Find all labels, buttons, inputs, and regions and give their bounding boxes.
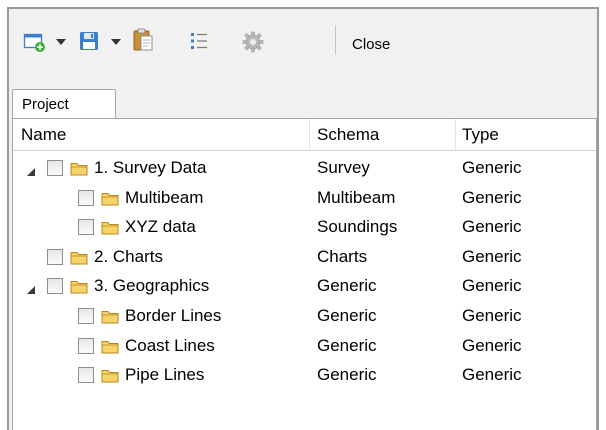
row-name: Multibeam — [125, 187, 204, 207]
folder-icon — [101, 339, 119, 354]
toolbar-separator — [335, 25, 336, 55]
tree-row[interactable]: Coast Lines Generic Generic — [13, 332, 596, 362]
save-icon — [80, 32, 98, 50]
row-type: Generic — [462, 158, 522, 177]
row-name: Pipe Lines — [125, 365, 205, 385]
row-checkbox[interactable] — [47, 160, 63, 176]
row-name: 2. Charts — [94, 246, 163, 266]
settings-button[interactable] — [241, 30, 265, 54]
row-name: XYZ data — [125, 217, 196, 237]
row-type: Generic — [462, 276, 522, 296]
new-button[interactable] — [23, 31, 47, 53]
tree-row[interactable]: Multibeam Multibeam Generic — [13, 184, 596, 214]
expand-arrow-icon[interactable] — [25, 281, 37, 295]
tree-row[interactable]: 3. Geographics Generic Generic — [13, 272, 596, 302]
row-type: Generic — [462, 246, 522, 266]
row-checkbox[interactable] — [78, 367, 94, 384]
row-schema: Generic — [317, 365, 377, 385]
project-window: Close Project Name Schema Type 1. Survey… — [7, 7, 599, 430]
toolbar: Close — [9, 9, 597, 75]
row-checkbox[interactable] — [78, 337, 94, 354]
folder-icon — [101, 191, 119, 206]
row-checkbox[interactable] — [47, 278, 63, 295]
row-checkbox[interactable] — [47, 248, 63, 265]
list-icon — [191, 33, 207, 49]
project-tree: Name Schema Type 1. Survey Data Survey Gen… — [12, 118, 597, 430]
tab-project[interactable]: Project — [12, 89, 116, 119]
new-dropdown[interactable] — [55, 38, 67, 46]
settings-icon — [242, 31, 264, 53]
folder-icon — [70, 161, 88, 176]
column-divider[interactable] — [309, 119, 310, 150]
row-schema: Generic — [317, 306, 377, 325]
row-schema: Survey — [317, 158, 370, 177]
column-header-type[interactable]: Type — [462, 125, 499, 149]
row-type: Generic — [462, 365, 522, 385]
row-checkbox[interactable] — [78, 189, 94, 206]
row-name: Coast Lines — [125, 335, 215, 355]
row-schema: Generic — [317, 276, 377, 296]
close-button[interactable]: Close — [352, 36, 390, 53]
row-checkbox[interactable] — [78, 308, 94, 324]
row-schema: Generic — [317, 335, 377, 355]
folder-icon — [70, 250, 88, 265]
expand-arrow-icon[interactable] — [25, 163, 37, 176]
row-schema: Multibeam — [317, 187, 396, 207]
row-type: Generic — [462, 217, 522, 237]
tree-row[interactable]: 1. Survey Data Survey Generic — [13, 154, 596, 184]
save-button[interactable] — [78, 30, 100, 52]
list-button[interactable] — [188, 30, 210, 52]
row-name: 3. Geographics — [94, 276, 210, 296]
paste-icon — [133, 28, 153, 51]
column-header-name[interactable]: Name — [21, 125, 66, 149]
tree-row[interactable]: Border Lines Generic Generic — [13, 302, 596, 332]
row-name: 1. Survey Data — [94, 158, 207, 177]
row-type: Generic — [462, 306, 522, 325]
tree-row[interactable]: 2. Charts Charts Generic — [13, 243, 596, 273]
row-schema: Soundings — [317, 217, 398, 237]
folder-icon — [101, 220, 119, 235]
tree-row[interactable]: XYZ data Soundings Generic — [13, 213, 596, 243]
folder-icon — [101, 368, 119, 383]
paste-button[interactable] — [132, 27, 154, 53]
table-header: Name Schema Type — [13, 119, 596, 151]
row-type: Generic — [462, 187, 522, 207]
folder-icon — [101, 309, 119, 324]
chevron-down-icon — [56, 39, 66, 45]
new-icon — [23, 33, 45, 52]
row-name: Border Lines — [125, 306, 222, 325]
chevron-down-icon — [111, 39, 121, 45]
column-header-schema[interactable]: Schema — [317, 125, 379, 149]
save-dropdown[interactable] — [110, 38, 122, 46]
tree-row[interactable]: Pipe Lines Generic Generic — [13, 361, 596, 391]
folder-icon — [70, 279, 88, 294]
row-checkbox[interactable] — [78, 219, 94, 236]
row-schema: Charts — [317, 246, 368, 266]
row-type: Generic — [462, 335, 522, 355]
column-divider[interactable] — [455, 119, 456, 150]
